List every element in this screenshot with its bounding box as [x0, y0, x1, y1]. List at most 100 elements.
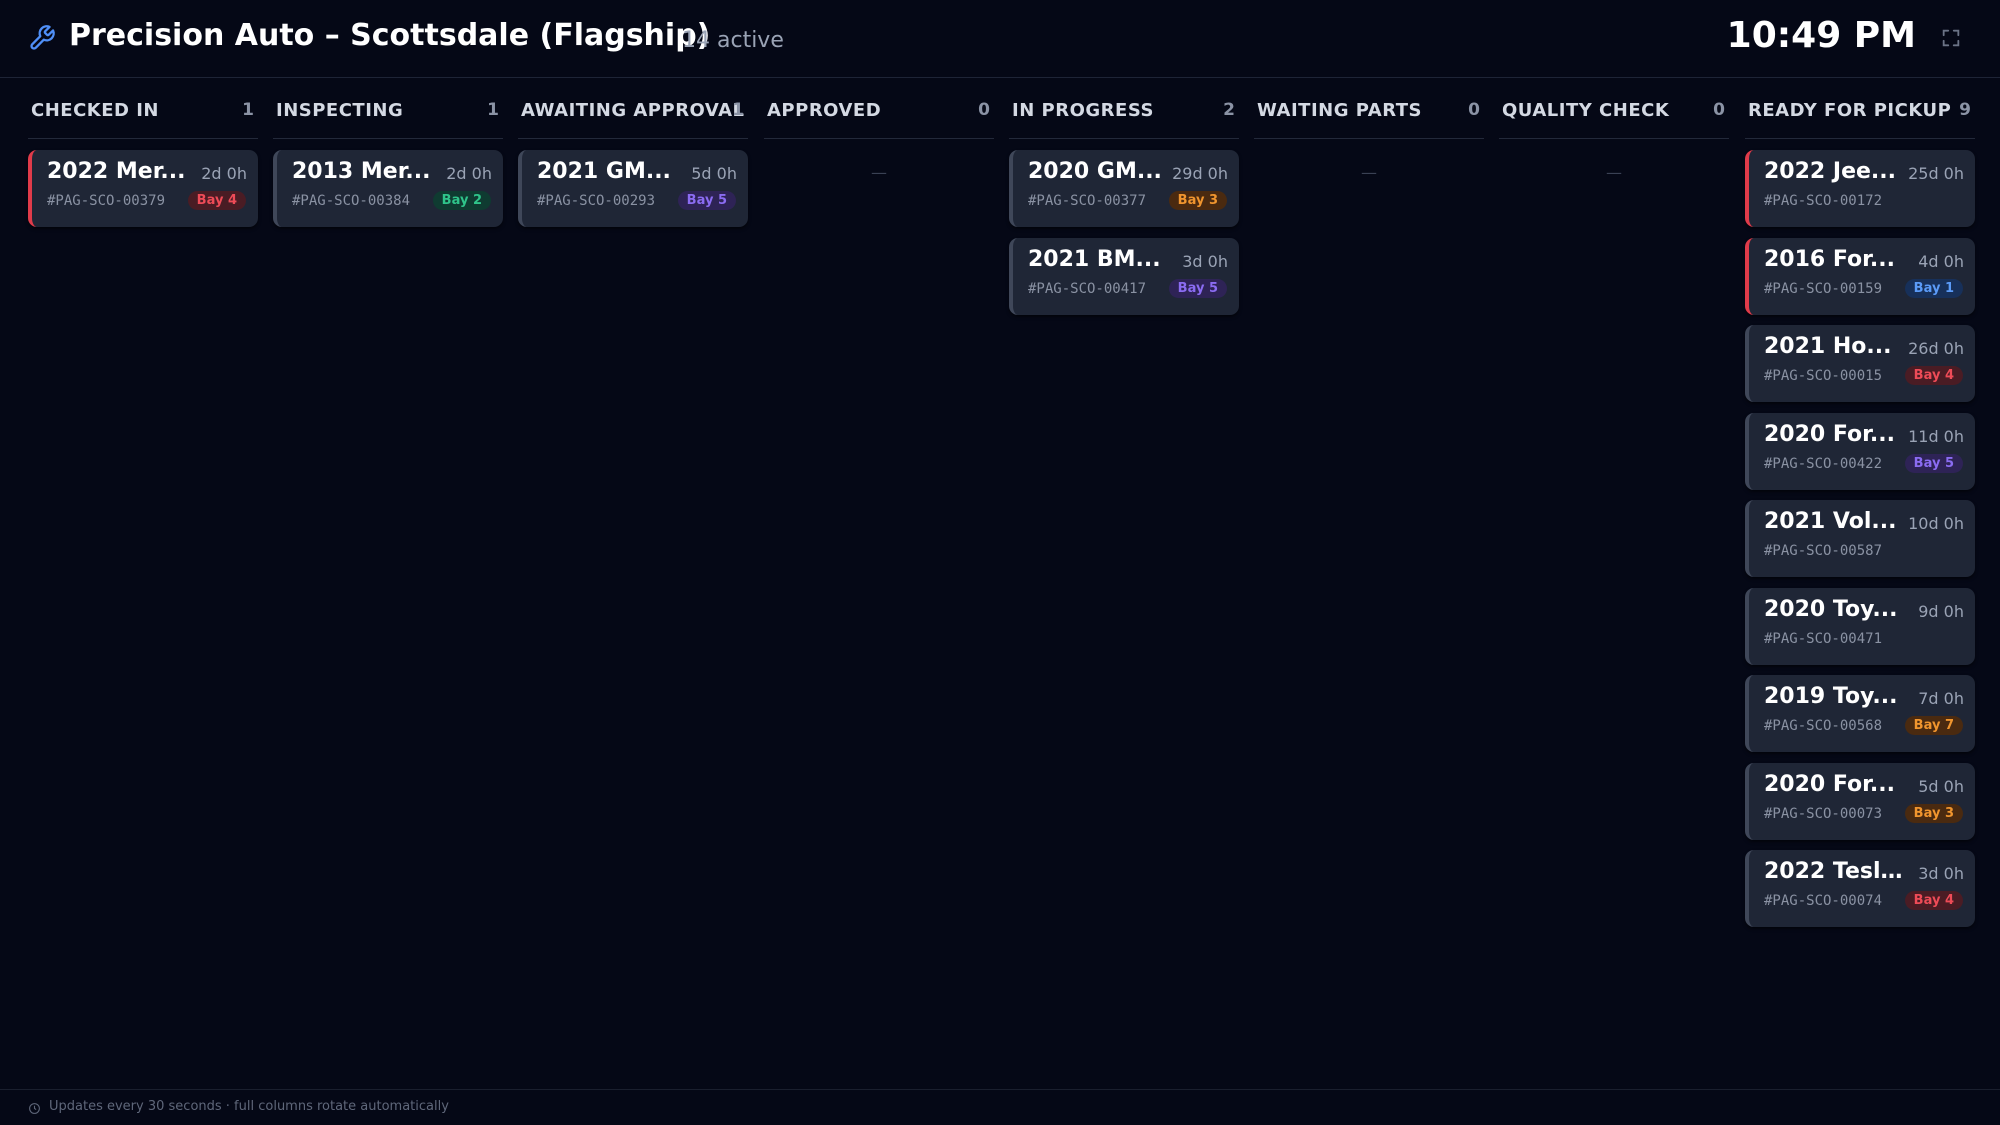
- clock: 10:49 PM: [1726, 15, 1916, 56]
- column-count: 0: [1713, 100, 1725, 120]
- time-in-stage: 2d 0h: [201, 164, 247, 183]
- column-title: CHECKED IN: [31, 100, 159, 121]
- card-list: 2021 GM... 5d 0h #PAG-SCO-00293 Bay 5: [518, 150, 748, 238]
- fullscreen-icon[interactable]: [1940, 27, 1962, 49]
- vehicle-title: 2013 Mer...: [292, 159, 431, 184]
- vehicle-card[interactable]: 2020 Toy... 9d 0h #PAG-SCO-00471: [1745, 587, 1975, 665]
- wrench-icon: [30, 25, 55, 50]
- empty-placeholder: —: [1606, 163, 1622, 182]
- vehicle-card[interactable]: 2022 Mer... 2d 0h #PAG-SCO-00379 Bay 4: [28, 150, 258, 227]
- column-header: INSPECTING 1: [273, 100, 503, 139]
- time-in-stage: 9d 0h: [1918, 601, 1964, 621]
- ticket-id: #PAG-SCO-00293: [537, 193, 656, 209]
- vehicle-title: 2021 GM...: [537, 159, 671, 184]
- vehicle-card[interactable]: 2021 Vol... 10d 0h #PAG-SCO-00587: [1745, 500, 1975, 577]
- shop-board: Precision Auto – Scottsdale (Flagship) 1…: [0, 0, 2000, 1125]
- vehicle-title: 2016 For...: [1764, 246, 1895, 272]
- vehicle-card[interactable]: 2022 Tesl... 3d 0h #PAG-SCO-00074 Bay 4: [1745, 850, 1975, 927]
- column-header: READY FOR PICKUP 9: [1745, 100, 1975, 139]
- footer: Updates every 30 seconds · full columns …: [0, 1089, 2000, 1125]
- vehicle-title: 2021 BM...: [1028, 246, 1161, 272]
- column-header: IN PROGRESS 2: [1009, 100, 1239, 139]
- column-title: APPROVED: [767, 100, 882, 121]
- bay-badge: Bay 2: [432, 191, 491, 210]
- card-list: 2022 Jee... 25d 0h #PAG-SCO-00172 2016 For.…: [1745, 150, 1975, 938]
- time-in-stage: 7d 0h: [1918, 689, 1964, 708]
- vehicle-title: 2020 For...: [1764, 421, 1895, 447]
- column-title: READY FOR PICKUP: [1748, 100, 1952, 121]
- column-count: 0: [1468, 100, 1480, 120]
- bay-badge: Bay 5: [1168, 278, 1227, 298]
- ticket-id: #PAG-SCO-00471: [1764, 630, 1883, 647]
- bay-badge: Bay 3: [1168, 191, 1227, 210]
- ticket-id: #PAG-SCO-00159: [1764, 280, 1883, 297]
- ticket-id: #PAG-SCO-00074: [1764, 893, 1883, 909]
- vehicle-card[interactable]: 2019 Toy... 7d 0h #PAG-SCO-00568 Bay 7: [1745, 675, 1975, 752]
- column-count: 0: [978, 100, 990, 120]
- bay-badge: Bay 5: [1904, 453, 1963, 473]
- empty-placeholder: —: [1361, 163, 1377, 182]
- time-in-stage: 29d 0h: [1172, 164, 1228, 183]
- clock-icon: [29, 1103, 40, 1114]
- ticket-id: #PAG-SCO-00568: [1764, 718, 1883, 734]
- bay-badge: Bay 4: [187, 191, 246, 210]
- vehicle-card[interactable]: 2021 Ho... 26d 0h #PAG-SCO-00015 Bay 4: [1745, 325, 1975, 402]
- card-list: 2020 GM... 29d 0h #PAG-SCO-00377 Bay 3 2021 …: [1009, 150, 1239, 325]
- ticket-id: #PAG-SCO-00417: [1028, 280, 1147, 297]
- ticket-id: #PAG-SCO-00073: [1764, 805, 1883, 822]
- time-in-stage: 5d 0h: [1918, 776, 1964, 796]
- vehicle-title: 2022 Jee...: [1764, 159, 1896, 184]
- time-in-stage: 3d 0h: [1182, 251, 1228, 271]
- shop-name: Precision Auto – Scottsdale (Flagship): [69, 18, 711, 53]
- bay-badge: Bay 5: [677, 191, 736, 210]
- column-header: CHECKED IN 1: [28, 100, 258, 139]
- vehicle-title: 2020 GM...: [1028, 159, 1162, 184]
- column-header: QUALITY CHECK 0: [1499, 100, 1729, 139]
- vehicle-title: 2021 Ho...: [1764, 334, 1892, 359]
- column-count: 1: [487, 100, 499, 120]
- ticket-id: #PAG-SCO-00172: [1764, 193, 1883, 209]
- vehicle-card[interactable]: 2020 For... 11d 0h #PAG-SCO-00422 Bay 5: [1745, 412, 1975, 490]
- time-in-stage: 10d 0h: [1908, 514, 1964, 533]
- vehicle-title: 2022 Tesl...: [1764, 859, 1904, 884]
- column-count: 9: [1959, 100, 1971, 120]
- time-in-stage: 2d 0h: [446, 164, 492, 183]
- footer-text: Updates every 30 seconds · full columns …: [49, 1099, 449, 1114]
- bay-badge: Bay 1: [1904, 278, 1963, 298]
- bay-badge: Bay 4: [1904, 366, 1963, 385]
- card-list: 2022 Mer... 2d 0h #PAG-SCO-00379 Bay 4: [28, 150, 258, 238]
- vehicle-card[interactable]: 2020 GM... 29d 0h #PAG-SCO-00377 Bay 3: [1009, 150, 1239, 227]
- vehicle-card[interactable]: 2021 BM... 3d 0h #PAG-SCO-00417 Bay 5: [1009, 237, 1239, 315]
- time-in-stage: 11d 0h: [1908, 426, 1964, 446]
- vehicle-title: 2020 Toy...: [1764, 596, 1898, 622]
- card-list: 2013 Mer... 2d 0h #PAG-SCO-00384 Bay 2: [273, 150, 503, 238]
- vehicle-card[interactable]: 2022 Jee... 25d 0h #PAG-SCO-00172: [1745, 150, 1975, 227]
- column-title: IN PROGRESS: [1012, 100, 1154, 121]
- vehicle-card[interactable]: 2020 For... 5d 0h #PAG-SCO-00073 Bay 3: [1745, 762, 1975, 840]
- vehicle-title: 2020 For...: [1764, 771, 1895, 797]
- vehicle-card[interactable]: 2016 For... 4d 0h #PAG-SCO-00159 Bay 1: [1745, 237, 1975, 315]
- bay-badge: Bay 3: [1904, 803, 1963, 823]
- ticket-id: #PAG-SCO-00422: [1764, 455, 1883, 472]
- header: Precision Auto – Scottsdale (Flagship) 1…: [0, 0, 2000, 78]
- time-in-stage: 3d 0h: [1918, 864, 1964, 883]
- time-in-stage: 4d 0h: [1918, 251, 1964, 271]
- column-title: INSPECTING: [276, 100, 404, 121]
- time-in-stage: 25d 0h: [1908, 164, 1964, 183]
- column-header: WAITING PARTS 0: [1254, 100, 1484, 139]
- column-title: AWAITING APPROVAL: [521, 100, 745, 121]
- column-title: WAITING PARTS: [1257, 100, 1423, 121]
- vehicle-card[interactable]: 2013 Mer... 2d 0h #PAG-SCO-00384 Bay 2: [273, 150, 503, 227]
- vehicle-card[interactable]: 2021 GM... 5d 0h #PAG-SCO-00293 Bay 5: [518, 150, 748, 227]
- ticket-id: #PAG-SCO-00015: [1764, 368, 1883, 384]
- bay-badge: Bay 7: [1904, 716, 1963, 735]
- column-count: 1: [242, 100, 254, 120]
- vehicle-title: 2019 Toy...: [1764, 684, 1898, 709]
- vehicle-title: 2022 Mer...: [47, 159, 186, 184]
- vehicle-title: 2021 Vol...: [1764, 509, 1897, 534]
- column-count: 1: [732, 100, 744, 120]
- column-title: QUALITY CHECK: [1502, 100, 1670, 121]
- column-count: 2: [1223, 100, 1235, 120]
- bay-badge: Bay 4: [1904, 891, 1963, 910]
- time-in-stage: 5d 0h: [691, 164, 737, 183]
